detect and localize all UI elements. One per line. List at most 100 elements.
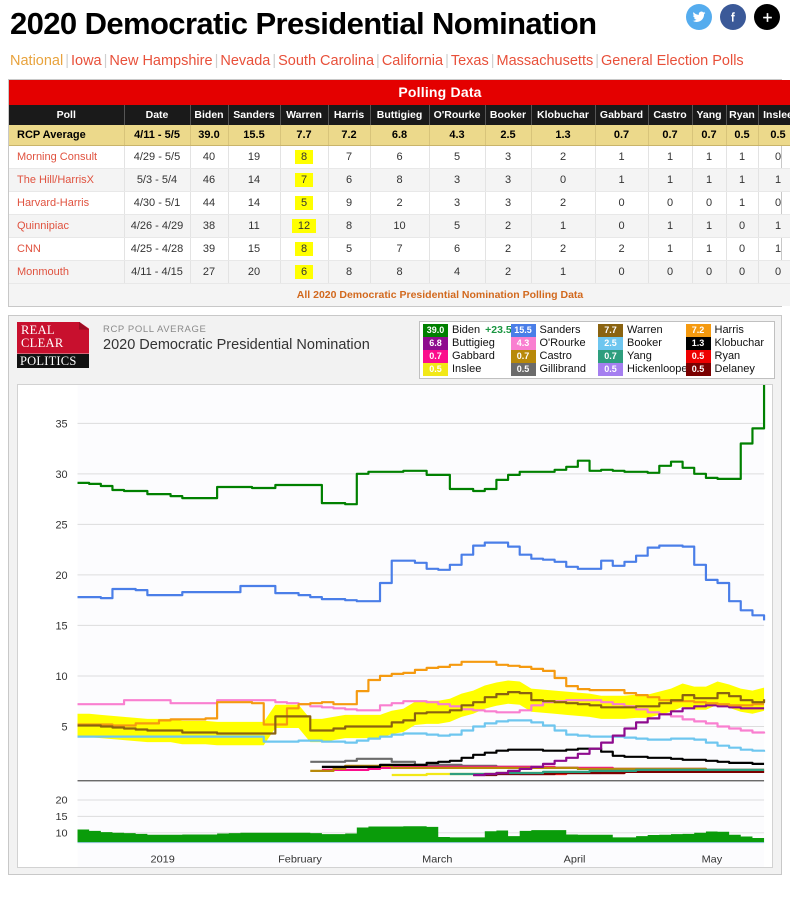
average-value: 7.2 <box>328 124 371 146</box>
poll-value-cell: 0 <box>692 191 727 215</box>
table-row[interactable]: Monmouth4/11 - 4/15272068842100000Biden … <box>9 260 790 284</box>
nav-link-nevada[interactable]: Nevada <box>220 53 270 69</box>
nav-link-south-carolina[interactable]: South Carolina <box>278 53 374 69</box>
legend-candidate-name: Booker <box>627 337 662 350</box>
x-axis-tick-label: 2019 <box>151 853 175 865</box>
poll-value-cell: 3 <box>485 191 532 215</box>
legend-value-swatch: 7.2 <box>685 323 711 337</box>
more-share-button[interactable] <box>754 4 780 30</box>
legend-candidate-name: Castro <box>539 350 572 363</box>
legend-item-castro[interactable]: 0.7 Castro <box>510 349 598 363</box>
legend-item-biden[interactable]: 39.0 Biden +23.5 <box>422 323 512 337</box>
legend-item-ryan[interactable]: 0.5 Ryan <box>685 349 773 363</box>
nav-link-new-hampshire[interactable]: New Hampshire <box>109 53 212 69</box>
poll-value-cell: 0 <box>726 214 759 238</box>
average-value: 0.7 <box>648 124 693 146</box>
legend-candidate-name: Yang <box>627 350 652 363</box>
y-axis-tick-label: 35 <box>55 418 67 430</box>
legend-item-harris[interactable]: 7.2 Harris <box>685 323 773 337</box>
logo-line-1: REAL <box>21 322 55 337</box>
legend-item-inslee[interactable]: 0.5 Inslee <box>422 362 510 376</box>
nav-link-general-election-polls[interactable]: General Election Polls <box>601 53 744 69</box>
column-header-yang[interactable]: Yang <box>692 104 727 125</box>
table-row[interactable]: Harvard-Harris4/30 - 5/1441459233200010B… <box>9 191 790 215</box>
poll-value-cell: 0 <box>595 260 649 284</box>
table-row[interactable]: CNN4/25 - 4/28391585762221101Biden +24 <box>9 237 790 261</box>
nav-link-national[interactable]: National <box>10 53 63 69</box>
nav-link-iowa[interactable]: Iowa <box>71 53 102 69</box>
nav-link-texas[interactable]: Texas <box>451 53 489 69</box>
y-axis-tick-label: 20 <box>55 569 67 581</box>
table-row[interactable]: Morning Consult 4/29 - 5/5 40 19 8 7 6 5 3 2 1 1 1 1 0… <box>9 145 790 169</box>
column-header-booker[interactable]: Booker <box>485 104 532 125</box>
legend-item-warren[interactable]: 7.7 Warren <box>597 323 685 337</box>
chart-title: 2020 Democratic Presidential Nomination <box>103 336 370 353</box>
average-value: 7.7 <box>280 124 329 146</box>
table-row[interactable]: Quinnipiac4/26 - 4/2938111281052101101Bi… <box>9 214 790 238</box>
legend-item-hickenlooper[interactable]: 0.5 Hickenlooper <box>597 362 691 376</box>
x-axis-tick-label: March <box>422 853 452 865</box>
all-polling-data-link[interactable]: All 2020 Democratic Presidential Nominat… <box>9 283 790 306</box>
column-header-castro[interactable]: Castro <box>648 104 693 125</box>
legend-item-klobuchar[interactable]: 1.3 Klobuchar <box>685 336 773 350</box>
poll-name-cell: Morning Consult <box>9 145 125 169</box>
column-header-warren[interactable]: Warren <box>280 104 329 125</box>
legend-row: 0.5 Inslee 0.5 Gillibrand 0.5 Hickenlooper 0.5… <box>422 362 773 376</box>
legend-candidate-name: O'Rourke <box>539 337 586 350</box>
legend-item-delaney[interactable]: 0.5 Delaney <box>685 362 773 376</box>
column-header-buttigieg[interactable]: Buttigieg <box>370 104 430 125</box>
column-header-gabbard[interactable]: Gabbard <box>595 104 649 125</box>
legend-value-swatch: 0.5 <box>685 362 711 376</box>
legend-item-booker[interactable]: 2.5 Booker <box>597 336 685 350</box>
legend-item-buttigieg[interactable]: 6.8 Buttigieg <box>422 336 510 350</box>
column-header-ryan[interactable]: Ryan <box>726 104 759 125</box>
column-header-harris[interactable]: Harris <box>328 104 371 125</box>
poll-value-cell: 3 <box>485 145 532 169</box>
nav-separator: | <box>65 52 69 69</box>
twitter-share-button[interactable] <box>686 4 712 30</box>
legend-item-gillibrand[interactable]: 0.5 Gillibrand <box>510 362 598 376</box>
poll-value-cell: 1 <box>648 168 693 192</box>
realclearpolitics-logo: REAL CLEAR POLITICS <box>17 321 89 368</box>
legend-candidate-name: Ryan <box>714 350 741 363</box>
average-value: 39.0 <box>190 124 229 146</box>
legend-value-swatch: 7.7 <box>598 323 623 337</box>
poll-value-cell: 5 <box>328 237 371 261</box>
legend-candidate-name: Gabbard <box>452 350 495 363</box>
poll-date-cell: 4/26 - 4/29 <box>124 214 191 238</box>
nav-link-massachusetts[interactable]: Massachusetts <box>497 53 594 69</box>
legend-value-swatch: 15.5 <box>510 323 536 337</box>
volume-y-axis-tick-label: 15 <box>55 811 67 823</box>
poll-value-cell: 8 <box>328 260 371 284</box>
poll-value-cell: 0 <box>648 191 693 215</box>
column-header-poll[interactable]: Poll <box>9 104 125 125</box>
legend-candidate-name: Gillibrand <box>539 363 586 376</box>
table-row[interactable]: The Hill/HarrisX 5/3 - 5/4 46 14 7 6 8 3 3 0 1 1 1 1 1… <box>9 168 790 192</box>
legend-item-yang[interactable]: 0.7 Yang <box>597 349 685 363</box>
legend-item-gabbard[interactable]: 0.7 Gabbard <box>422 349 510 363</box>
poll-date-cell: 5/3 - 5/4 <box>124 168 191 192</box>
legend-item-o-rourke[interactable]: 4.3 O'Rourke <box>510 336 598 350</box>
column-header-o-rourke[interactable]: O'Rourke <box>429 104 486 125</box>
poll-value-cell: 0 <box>726 237 759 261</box>
nav-separator: | <box>490 52 495 69</box>
column-header-sanders[interactable]: Sanders <box>228 104 281 125</box>
y-axis-tick-label: 10 <box>55 670 67 682</box>
average-poll-label: RCP Average <box>9 124 125 146</box>
poll-value-cell: 1 <box>758 214 790 238</box>
table-footer-row: All 2020 Democratic Presidential Nominat… <box>9 283 790 306</box>
facebook-share-button[interactable] <box>720 4 746 30</box>
column-header-klobuchar[interactable]: Klobuchar <box>531 104 596 125</box>
highlighted-value: 8 <box>294 149 314 164</box>
nav-link-california[interactable]: California <box>382 53 443 69</box>
poll-value-cell: 2 <box>370 191 430 215</box>
legend-value-swatch: 6.8 <box>423 336 448 350</box>
highlighted-value: 6 <box>294 264 314 279</box>
legend-item-sanders[interactable]: 15.5 Sanders <box>510 323 598 337</box>
column-header-date[interactable]: Date <box>124 104 191 125</box>
poll-value-cell: 7 <box>328 145 371 169</box>
column-header-biden[interactable]: Biden <box>190 104 229 125</box>
poll-value-cell: 6 <box>429 237 486 261</box>
legend-value-swatch: 0.7 <box>423 349 448 363</box>
column-header-inslee[interactable]: Inslee <box>758 104 790 125</box>
